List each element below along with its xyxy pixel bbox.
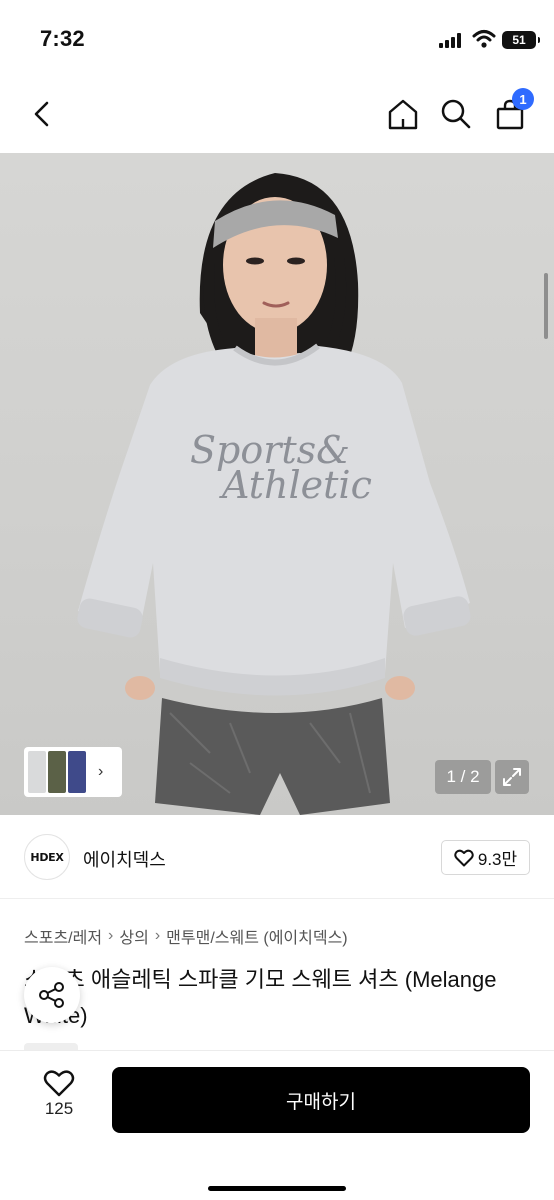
heart-icon	[454, 849, 474, 866]
battery-icon: 51	[502, 31, 540, 49]
nav-bar: 1	[0, 80, 554, 153]
brand-logo[interactable]: HDEX	[24, 834, 70, 880]
brand-name[interactable]: 에이치덱스	[83, 846, 166, 872]
home-icon[interactable]	[383, 94, 423, 134]
thumbnail-1[interactable]	[28, 751, 46, 793]
share-icon	[39, 982, 64, 1008]
wishlist-count: 125	[44, 1099, 74, 1118]
brand-like-button[interactable]: 9.3만	[441, 840, 530, 875]
breadcrumb-item[interactable]: 상의	[119, 924, 148, 948]
signal-icon	[439, 33, 463, 48]
share-button[interactable]	[24, 967, 80, 1023]
buy-button[interactable]: 구매하기	[112, 1067, 530, 1133]
wifi-icon	[472, 29, 496, 49]
search-icon[interactable]	[436, 94, 476, 134]
product-image-gallery[interactable]: Sports& Athletic › 1 / 2	[0, 153, 554, 815]
thumbnail-2[interactable]	[48, 751, 66, 793]
home-indicator	[208, 1186, 346, 1191]
breadcrumb-item[interactable]: 스포츠/레저	[24, 924, 102, 948]
page-counter: 1 / 2	[435, 760, 491, 794]
brand-like-count: 9.3만	[477, 850, 518, 869]
heart-icon	[43, 1070, 75, 1097]
wishlist-button[interactable]: 125	[24, 1069, 94, 1133]
product-photo: Sports& Athletic	[77, 173, 471, 815]
brand-row: HDEX 에이치덱스 9.3만	[0, 815, 554, 899]
bottom-action-bar: 125 구매하기	[0, 1050, 554, 1200]
status-time: 7:32	[40, 26, 85, 51]
expand-icon[interactable]	[495, 760, 529, 794]
cart-icon[interactable]: 1	[490, 88, 534, 134]
thumbnail-3[interactable]	[68, 751, 86, 793]
cart-count-badge: 1	[512, 88, 534, 110]
breadcrumb-item[interactable]: 맨투맨/스웨트 (에이치덱스)	[166, 924, 347, 948]
thumbnail-strip[interactable]: ›	[24, 747, 122, 797]
chevron-right-icon: ›	[108, 927, 114, 944]
scroll-indicator[interactable]	[544, 273, 548, 339]
chevron-right-icon: ›	[154, 927, 161, 944]
breadcrumb: 스포츠/레저 › 상의 › 맨투맨/스웨트 (에이치덱스)	[24, 924, 348, 948]
print-line-2: Athletic	[219, 463, 372, 507]
back-icon[interactable]	[22, 94, 62, 134]
status-bar: 7:32 51	[0, 0, 554, 80]
product-title: 스포츠 애슬레틱 스파클 기모 스웨트 셔츠 (Melange White)	[24, 967, 497, 1028]
chevron-right-icon: ›	[98, 763, 104, 780]
